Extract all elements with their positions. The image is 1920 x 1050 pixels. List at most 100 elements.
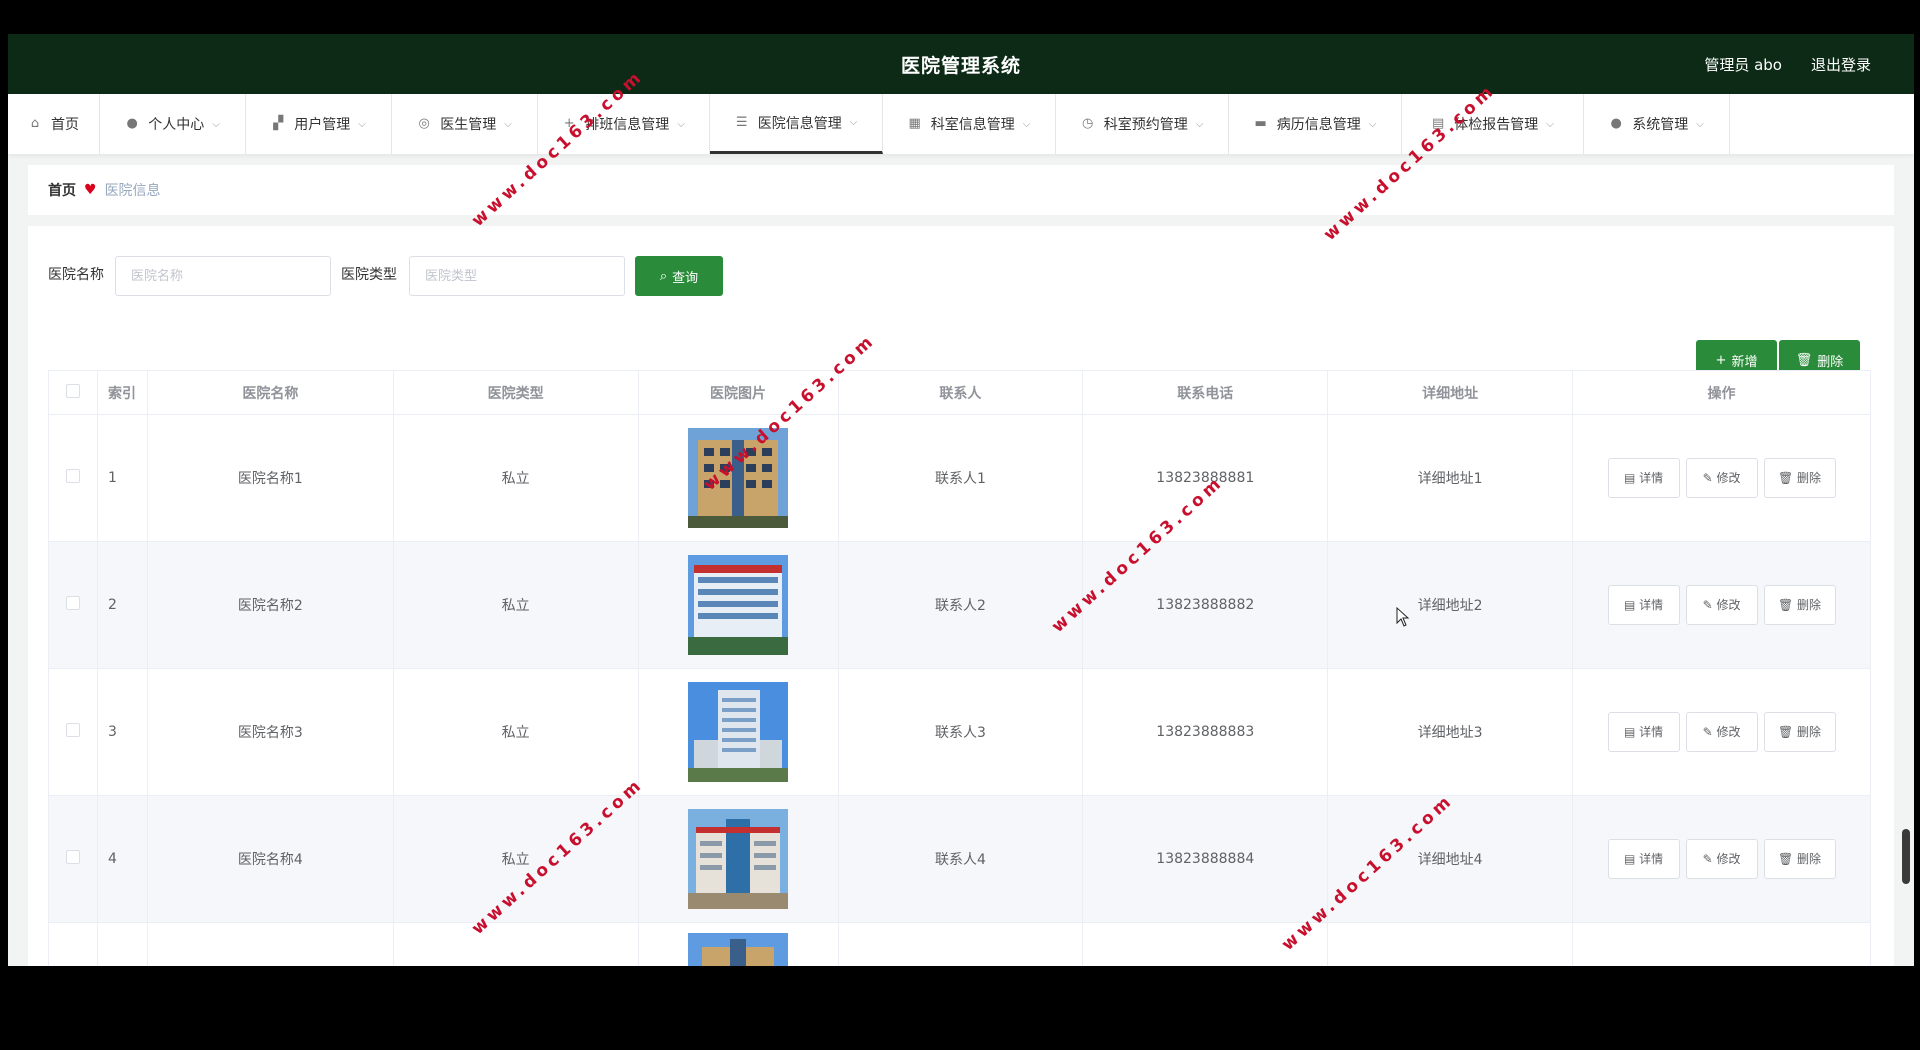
row-checkbox[interactable]: [65, 469, 80, 483]
nav-personal-center[interactable]: ● 个人中心 ⌵: [100, 94, 246, 154]
phone-cell: 13823888881: [1082, 414, 1329, 542]
table-row: 3 医院名称3 私立 联系人3 13823888883 详细地址3 ▤ 详情 ✎…: [48, 668, 1871, 796]
nav-schedule-management[interactable]: + 排班信息管理 ⌵: [538, 94, 710, 154]
row-select-cell: [48, 922, 98, 966]
row-checkbox[interactable]: [65, 596, 80, 610]
table-header-row: 索引 医院名称 医院类型 医院图片 联系人 联系电话 详细地址 操作: [48, 370, 1871, 415]
current-user: 管理员 abo: [1704, 56, 1782, 74]
detail-label: 详情: [1639, 852, 1664, 866]
nav-doctor-management[interactable]: ◎ 医生管理 ⌵: [392, 94, 538, 154]
row-checkbox[interactable]: [65, 850, 80, 864]
delete-button[interactable]: 🗑 删除: [1763, 585, 1836, 625]
chevron-down-icon: ⌵: [677, 118, 685, 130]
delete-label: 删除: [1797, 471, 1822, 485]
chevron-down-icon: ⌵: [1546, 118, 1554, 130]
delete-button[interactable]: 🗑 删除: [1763, 458, 1836, 498]
nav-label: 个人中心: [148, 117, 205, 133]
nav-department-appointment-management[interactable]: ◷ 科室预约管理 ⌵: [1056, 94, 1229, 154]
document-icon: ▤: [1623, 471, 1640, 485]
column-header: 联系人: [837, 370, 1084, 415]
clock-icon: ◷: [1082, 116, 1094, 131]
nav-label: 医生管理: [440, 117, 497, 133]
doctor-icon: ◎: [418, 116, 430, 131]
row-select-cell: [48, 414, 98, 542]
hospital-type-cell: 私立: [392, 414, 639, 542]
hospital-name-cell: [146, 922, 394, 966]
edit-button[interactable]: ✎ 修改: [1685, 712, 1758, 752]
hospital-image-cell: [637, 668, 839, 796]
nav-medical-record-management[interactable]: ▬ 病历信息管理 ⌵: [1229, 94, 1402, 154]
select-all-checkbox[interactable]: [65, 383, 80, 398]
query-button[interactable]: ⌕ 查询: [635, 256, 723, 296]
row-index: 1: [96, 414, 148, 542]
column-header: 索引: [96, 370, 148, 415]
contact-cell: 联系人3: [837, 668, 1084, 796]
search-icon: ⌕: [659, 268, 668, 284]
hospital-image-cell: [637, 541, 839, 669]
hospital-name-cell: 医院名称2: [146, 541, 394, 669]
vertical-scrollbar[interactable]: [1902, 829, 1910, 884]
edit-label: 修改: [1716, 852, 1741, 866]
row-select-cell: [48, 668, 98, 796]
hospital-image[interactable]: [688, 809, 789, 909]
row-index: [96, 922, 148, 966]
row-select-cell: [48, 795, 98, 923]
nav-user-management[interactable]: ▞ 用户管理 ⌵: [246, 94, 392, 154]
hospital-image[interactable]: [688, 428, 789, 528]
hospital-name-label: 医院名称: [48, 267, 104, 283]
hospital-type-input[interactable]: [409, 256, 625, 296]
hospital-name-input[interactable]: [115, 256, 331, 296]
chevron-down-icon: ⌵: [1696, 118, 1704, 130]
edit-icon: ✎: [1702, 471, 1717, 485]
document-icon: ▤: [1623, 852, 1640, 866]
detail-button[interactable]: ▤ 详情: [1607, 712, 1680, 752]
delete-label: 删除: [1797, 852, 1822, 866]
chevron-down-icon: ⌵: [1022, 118, 1031, 130]
hospital-image[interactable]: [688, 555, 789, 655]
column-header: 联系电话: [1082, 370, 1329, 415]
trash-icon: 🗑: [1777, 725, 1798, 739]
logout-link[interactable]: 退出登录: [1811, 54, 1871, 75]
detail-button[interactable]: ▤ 详情: [1607, 458, 1680, 498]
contact-cell: 联系人1: [837, 414, 1084, 542]
bulk-delete-label: 删除: [1817, 354, 1844, 370]
nav-department-info-management[interactable]: ▦ 科室信息管理 ⌵: [883, 94, 1056, 154]
report-icon: ▤: [1432, 116, 1445, 131]
edit-button[interactable]: ✎ 修改: [1685, 585, 1758, 625]
app-window: 医院管理系统 管理员 abo 退出登录 ⌂ 首页 ● 个人中心 ⌵ ▞ 用户管理 ⌵ ◎ 医…: [8, 34, 1914, 966]
nav-label: 病历信息管理: [1276, 117, 1361, 133]
row-checkbox[interactable]: [65, 723, 80, 737]
edit-button[interactable]: ✎ 修改: [1685, 839, 1758, 879]
nav-hospital-info-management[interactable]: ☰ 医院信息管理 ⌵: [710, 94, 883, 154]
column-header: 医院名称: [146, 370, 394, 415]
hospital-image[interactable]: [688, 682, 789, 782]
nav-system-management[interactable]: ● 系统管理 ⌵: [1584, 94, 1730, 154]
edit-button[interactable]: ✎ 修改: [1685, 458, 1758, 498]
phone-cell: 13823888884: [1082, 795, 1329, 923]
delete-label: 删除: [1797, 725, 1822, 739]
breadcrumb-home[interactable]: 首页: [48, 180, 76, 200]
delete-button[interactable]: 🗑 删除: [1763, 839, 1836, 879]
nav-checkup-report-management[interactable]: ▤ 体检报告管理 ⌵: [1402, 94, 1584, 154]
detail-button[interactable]: ▤ 详情: [1607, 839, 1680, 879]
table-row: 1 医院名称1 私立 联系人1 13823888881 详细地址1 ▤ 详情 ✎…: [48, 414, 1871, 542]
nav-label: 医院信息管理: [757, 115, 842, 132]
hospital-name-cell: 医院名称1: [146, 414, 394, 542]
detail-button[interactable]: ▤ 详情: [1607, 585, 1680, 625]
trash-icon: 🗑: [1795, 352, 1813, 368]
hospital-image[interactable]: [688, 933, 789, 966]
nav-home[interactable]: ⌂ 首页: [8, 94, 100, 154]
phone-cell: 13823888882: [1082, 541, 1329, 669]
hospital-type-label: 医院类型: [341, 267, 397, 283]
actions-cell: [1572, 922, 1871, 966]
content-panel: 医院名称 医院类型 ⌕查询 +新增 🗑删除 索引 医院名称 医院类型: [28, 226, 1894, 966]
detail-label: 详情: [1639, 725, 1664, 739]
delete-button[interactable]: 🗑 删除: [1763, 712, 1836, 752]
cursor-arrow-icon: [1396, 606, 1410, 627]
nav-label: 科室信息管理: [930, 117, 1015, 133]
hospital-type-cell: 私立: [392, 668, 639, 796]
record-icon: ▬: [1254, 116, 1267, 131]
nav-label: 系统管理: [1632, 117, 1689, 133]
chevron-down-icon: ⌵: [849, 117, 858, 128]
hospital-name-cell: 医院名称3: [146, 668, 394, 796]
